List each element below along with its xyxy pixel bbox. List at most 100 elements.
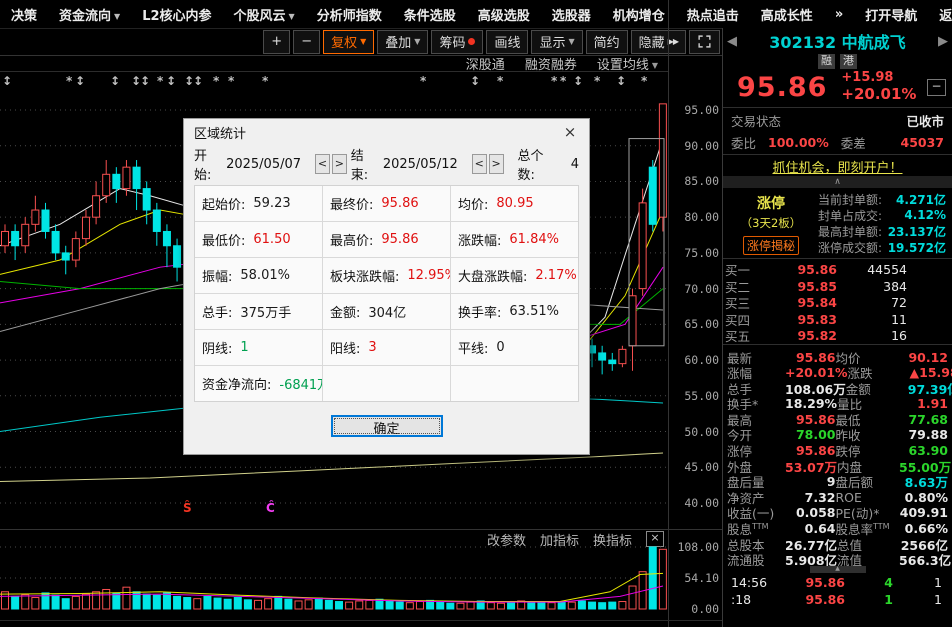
bid-price: 95.85 bbox=[767, 279, 837, 294]
menu-item-0[interactable]: 决策 bbox=[11, 5, 37, 24]
volume-bar bbox=[315, 598, 322, 609]
menu-item-6[interactable]: 高级选股 bbox=[478, 5, 530, 24]
hk-connect-badge: 港 bbox=[840, 54, 857, 69]
volume-bar bbox=[366, 600, 373, 609]
menu-item-5[interactable]: 条件选股 bbox=[404, 5, 456, 24]
tick-lots: 4 bbox=[845, 575, 893, 590]
stats-row: 总股本26.77亿总值2566亿 bbox=[727, 535, 948, 551]
candle bbox=[143, 189, 150, 210]
stat-label: 总手: bbox=[202, 302, 232, 321]
stat-label: 最高价: bbox=[330, 230, 373, 249]
volume-bar bbox=[93, 592, 100, 609]
menu-item-1[interactable]: 资金流向▼ bbox=[59, 5, 120, 24]
event-marker: ↕ bbox=[110, 74, 120, 88]
stat-cell: 换手率:63.51% bbox=[451, 294, 578, 329]
toolbar-button-画线[interactable]: 画线 bbox=[486, 30, 528, 54]
menu-item-11[interactable]: » bbox=[835, 7, 843, 22]
candle bbox=[133, 167, 140, 188]
toolbar-button-显示[interactable]: 显示▼ bbox=[531, 30, 582, 54]
menu-right-item-0[interactable]: 打开导航 bbox=[865, 5, 917, 24]
event-marker: ↕ bbox=[470, 74, 480, 88]
bid-volume: 44554 bbox=[837, 262, 907, 277]
limit-up-reveal-button[interactable]: 涨停揭秘 bbox=[743, 236, 799, 255]
price-axis: 95.0090.0085.0080.0075.0070.0065.0060.00… bbox=[668, 0, 723, 627]
region-statistics-dialog: 区域统计 × 开始: 2025/05/07 < > 结束: 2025/05/12… bbox=[183, 118, 590, 455]
volume-bar bbox=[457, 603, 464, 609]
start-prev-button[interactable]: < bbox=[315, 154, 330, 174]
divider bbox=[723, 154, 952, 155]
menu-item-2[interactable]: L2核心内参 bbox=[142, 5, 211, 24]
stats-row: 涨幅+20.01%涨跌▲15.98 bbox=[727, 363, 948, 379]
stat-cell bbox=[451, 366, 578, 401]
volume-bar bbox=[649, 547, 656, 609]
menu-item-10[interactable]: 高成长性 bbox=[761, 5, 813, 24]
event-marker-row: ↕*↕↕↕↕*↕↕↕****↕***↕*↕* bbox=[0, 74, 668, 90]
candle bbox=[123, 167, 130, 188]
open-account-link[interactable]: 抓住机会，即刻开户！ bbox=[772, 157, 902, 176]
volume-bar bbox=[234, 598, 241, 609]
menu-item-8[interactable]: 机构增仓 bbox=[613, 5, 665, 24]
tick-list: 14:5695.8641:1895.8611 bbox=[723, 574, 952, 608]
volume-chart[interactable] bbox=[0, 540, 668, 620]
bid-row: 买一95.8644554 bbox=[723, 260, 952, 277]
tick-count: 1 bbox=[893, 592, 942, 607]
candle bbox=[42, 210, 49, 231]
end-prev-button[interactable]: < bbox=[472, 154, 487, 174]
volume-bar bbox=[255, 600, 262, 609]
toolbar-button-简约[interactable]: 简约 bbox=[586, 30, 628, 54]
menu-item-7[interactable]: 选股器 bbox=[552, 5, 591, 24]
bid-row: 买五95.8216 bbox=[723, 326, 952, 343]
dialog-button-row: 确定 bbox=[184, 415, 589, 437]
next-stock-icon[interactable]: ▶ bbox=[934, 34, 948, 49]
start-next-button[interactable]: > bbox=[332, 154, 347, 174]
menu-right-item-1[interactable]: 返回 bbox=[939, 5, 952, 24]
stats-row: 最高95.86最低77.68 bbox=[727, 410, 948, 426]
start-date-value: 2025/05/07 bbox=[226, 157, 301, 172]
chevron-down-icon: ▼ bbox=[114, 12, 120, 21]
toolbar-button-叠加[interactable]: 叠加▼ bbox=[377, 30, 428, 54]
volume-bar bbox=[82, 594, 89, 609]
stat-cell: 均价:80.95 bbox=[451, 186, 578, 221]
menu-item-4[interactable]: 分析师指数 bbox=[317, 5, 382, 24]
stat-value: 0 bbox=[496, 340, 504, 355]
ok-button[interactable]: 确定 bbox=[331, 415, 443, 437]
collapse-quote-button[interactable]: − bbox=[927, 79, 946, 96]
menu-item-3[interactable]: 个股风云▼ bbox=[234, 5, 295, 24]
stat-label: 大盘涨跌幅: bbox=[458, 266, 527, 285]
limit-up-stat-row: 最高封单额:23.137亿 bbox=[813, 223, 946, 239]
volume-bar bbox=[396, 602, 403, 609]
event-marker: * bbox=[262, 74, 268, 88]
divider bbox=[723, 107, 952, 108]
toolbar-button-+[interactable]: + bbox=[263, 30, 290, 54]
volume-bar bbox=[508, 602, 515, 609]
volume-bar bbox=[336, 602, 343, 609]
stat-label: 阴线: bbox=[202, 338, 232, 357]
dialog-titlebar[interactable]: 区域统计 × bbox=[184, 119, 589, 145]
bid-price: 95.86 bbox=[767, 262, 837, 277]
event-marker: ↕ bbox=[616, 74, 626, 88]
end-next-button[interactable]: > bbox=[489, 154, 504, 174]
stat-cell: 平线:0 bbox=[451, 330, 578, 365]
toolbar-button-筹码[interactable]: 筹码 bbox=[431, 30, 483, 54]
collapse-handle[interactable]: ∧ bbox=[723, 176, 952, 188]
candle bbox=[153, 210, 160, 231]
toolbar-button-−[interactable]: − bbox=[293, 30, 320, 54]
stats-row: 涨停95.86跌停63.90 bbox=[727, 441, 948, 457]
stat-value: -6841万 bbox=[279, 374, 322, 393]
stats-row: 今开78.00昨收79.88 bbox=[727, 425, 948, 441]
toolbar-button-复权[interactable]: 复权▼ bbox=[323, 30, 374, 54]
limit-up-stat-row: 封单占成交:4.12% bbox=[813, 207, 946, 223]
candle bbox=[2, 231, 9, 245]
dialog-close-icon[interactable]: × bbox=[561, 123, 579, 141]
volume-bar bbox=[275, 596, 282, 609]
event-glyph: Ŝ bbox=[183, 500, 192, 515]
stat-value: 2.17% bbox=[535, 268, 576, 283]
limit-up-block: 涨停 （3天2板） 涨停揭秘 当前封单额:4.271亿封单占成交:4.12%最高… bbox=[723, 188, 952, 257]
badge-row: 融 港 bbox=[723, 54, 952, 69]
weicha-value: 45037 bbox=[901, 135, 945, 150]
volume-bar bbox=[204, 596, 211, 609]
last-price: 95.86 bbox=[737, 72, 827, 103]
bid-row: 买二95.85384 bbox=[723, 277, 952, 294]
candle bbox=[103, 174, 110, 195]
prev-stock-icon[interactable]: ◀ bbox=[727, 34, 741, 49]
